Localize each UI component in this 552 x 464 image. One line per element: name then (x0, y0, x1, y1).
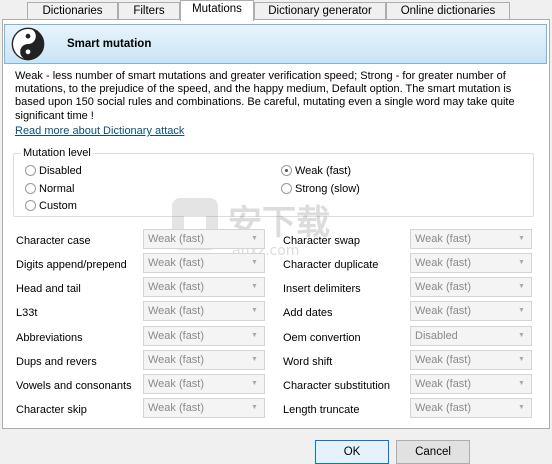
radio-weak-fast[interactable]: Weak (fast) (281, 164, 351, 178)
chevron-down-icon: ▼ (518, 332, 525, 339)
setting-label: Character skip (16, 404, 87, 416)
radio-disabled[interactable]: Disabled (25, 164, 82, 178)
chevron-down-icon: ▼ (251, 356, 258, 363)
radio-label: Disabled (39, 165, 82, 177)
setting-label: Head and tail (16, 283, 81, 295)
setting-label: Oem convertion (283, 332, 361, 344)
dropdown-value: Weak (fast) (148, 402, 205, 414)
tab-label: Filters (133, 5, 165, 17)
setting-label: Length truncate (283, 404, 360, 416)
setting-label: Digits append/prepend (16, 259, 127, 271)
dropdown-value: Weak (fast) (415, 281, 472, 293)
setting-dropdown[interactable]: Weak (fast) ▼ (410, 253, 532, 273)
smart-mutation-header: Smart mutation (4, 24, 547, 64)
radio-label: Normal (39, 183, 75, 195)
setting-label: Character substitution (283, 380, 390, 392)
dropdown-value: Weak (fast) (415, 402, 472, 414)
chevron-down-icon: ▼ (251, 259, 258, 266)
tab-label: Mutations (192, 3, 242, 15)
chevron-down-icon: ▼ (518, 356, 525, 363)
chevron-down-icon: ▼ (251, 283, 258, 290)
setting-label: Word shift (283, 356, 333, 368)
dropdown-value: Weak (fast) (415, 257, 472, 269)
setting-dropdown[interactable]: Weak (fast) ▼ (410, 398, 532, 418)
radio-label: Custom (39, 200, 77, 212)
dropdown-value: Weak (fast) (415, 354, 472, 366)
chevron-down-icon: ▼ (251, 332, 258, 339)
dropdown-value: Disabled (415, 330, 458, 342)
setting-label: L33t (16, 307, 38, 319)
setting-dropdown[interactable]: Weak (fast) ▼ (410, 374, 532, 394)
dropdown-value: Weak (fast) (148, 233, 205, 245)
cancel-button[interactable]: Cancel (396, 440, 470, 464)
setting-dropdown[interactable]: Weak (fast) ▼ (410, 350, 532, 370)
setting-dropdown[interactable]: Disabled ▼ (410, 326, 532, 346)
chevron-down-icon: ▼ (518, 259, 525, 266)
dropdown-value: Weak (fast) (415, 305, 472, 317)
tab-filters[interactable]: Filters (118, 2, 180, 20)
setting-label: Abbreviations (16, 332, 83, 344)
radio-strong-slow[interactable]: Strong (slow) (281, 182, 360, 196)
setting-dropdown[interactable]: Weak (fast) ▼ (143, 398, 265, 418)
setting-dropdown[interactable]: Weak (fast) ▼ (410, 301, 532, 321)
chevron-down-icon: ▼ (251, 235, 258, 242)
setting-dropdown[interactable]: Weak (fast) ▼ (410, 229, 532, 249)
chevron-down-icon: ▼ (518, 235, 525, 242)
tab-dictionary-generator[interactable]: Dictionary generator (254, 2, 386, 20)
radio-label: Strong (slow) (295, 183, 360, 195)
setting-label: Character duplicate (283, 259, 379, 271)
dropdown-value: Weak (fast) (148, 257, 205, 269)
radio-checked-icon (281, 165, 292, 176)
dropdown-value: Weak (fast) (148, 378, 205, 390)
setting-dropdown[interactable]: Weak (fast) ▼ (143, 301, 265, 321)
description-text: Weak - less number of smart mutations an… (15, 70, 515, 122)
radio-circle-icon (25, 183, 36, 194)
tab-strip: Dictionaries Filters Mutations Dictionar… (0, 0, 552, 21)
read-more-link[interactable]: Read more about Dictionary attack (15, 125, 184, 137)
setting-dropdown[interactable]: Weak (fast) ▼ (143, 326, 265, 346)
chevron-down-icon: ▼ (518, 283, 525, 290)
setting-label: Vowels and consonants (16, 380, 132, 392)
setting-label: Add dates (283, 307, 333, 319)
dropdown-value: Weak (fast) (148, 330, 205, 342)
setting-dropdown[interactable]: Weak (fast) ▼ (143, 277, 265, 297)
chevron-down-icon: ▼ (518, 404, 525, 411)
chevron-down-icon: ▼ (251, 380, 258, 387)
setting-label: Insert delimiters (283, 283, 361, 295)
radio-circle-icon (25, 165, 36, 176)
ok-button[interactable]: OK (315, 440, 389, 464)
mutation-level-group (13, 153, 534, 217)
radio-circle-icon (25, 200, 36, 211)
setting-label: Character swap (283, 235, 361, 247)
dropdown-value: Weak (fast) (148, 281, 205, 293)
mutation-level-title: Mutation level (21, 147, 93, 159)
tab-label: Dictionary generator (268, 5, 372, 17)
radio-custom[interactable]: Custom (25, 199, 77, 213)
radio-circle-icon (281, 183, 292, 194)
setting-dropdown[interactable]: Weak (fast) ▼ (143, 350, 265, 370)
setting-dropdown[interactable]: Weak (fast) ▼ (143, 229, 265, 249)
radio-normal[interactable]: Normal (25, 182, 74, 196)
setting-label: Character case (16, 235, 91, 247)
tab-label: Dictionaries (42, 5, 103, 17)
chevron-down-icon: ▼ (251, 404, 258, 411)
tab-online-dictionaries[interactable]: Online dictionaries (386, 2, 510, 20)
dropdown-value: Weak (fast) (415, 378, 472, 390)
setting-dropdown[interactable]: Weak (fast) ▼ (143, 374, 265, 394)
dropdown-value: Weak (fast) (148, 354, 205, 366)
tab-mutations[interactable]: Mutations (180, 0, 254, 21)
yin-yang-icon (11, 27, 45, 61)
setting-label: Dups and revers (16, 356, 97, 368)
chevron-down-icon: ▼ (518, 307, 525, 314)
radio-label: Weak (fast) (295, 165, 352, 177)
tab-dictionaries[interactable]: Dictionaries (27, 2, 118, 20)
dropdown-value: Weak (fast) (415, 233, 472, 245)
setting-dropdown[interactable]: Weak (fast) ▼ (410, 277, 532, 297)
tab-label: Online dictionaries (400, 5, 496, 17)
chevron-down-icon: ▼ (251, 307, 258, 314)
dropdown-value: Weak (fast) (148, 305, 205, 317)
header-title: Smart mutation (67, 38, 152, 50)
chevron-down-icon: ▼ (518, 380, 525, 387)
setting-dropdown[interactable]: Weak (fast) ▼ (143, 253, 265, 273)
